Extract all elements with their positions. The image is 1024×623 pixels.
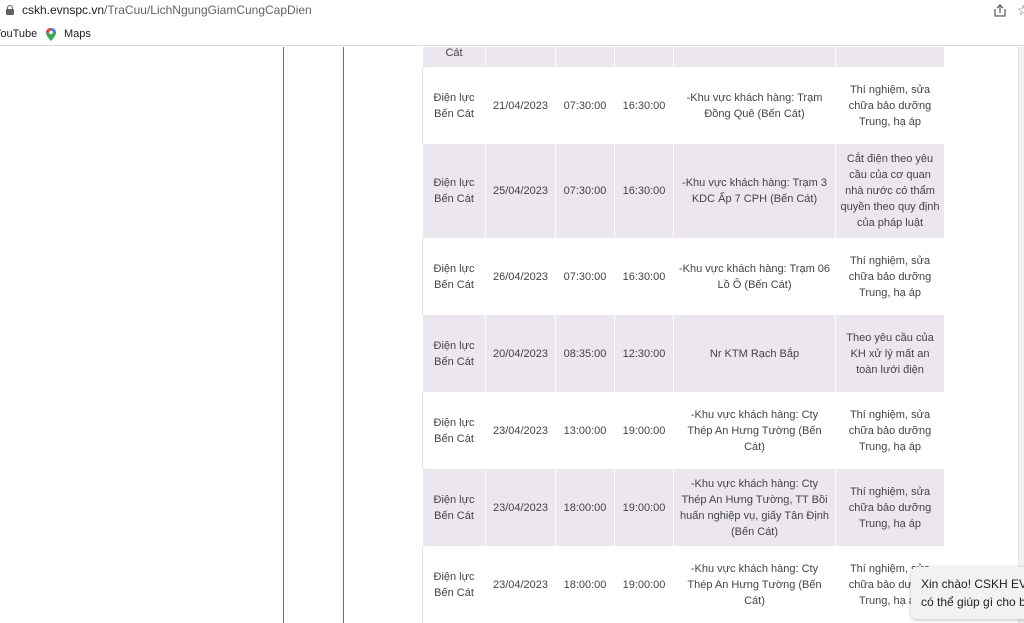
- start-time-cell: 07:30:00: [555, 238, 615, 315]
- area-cell: -Khu vực khách hàng: Trạm 06 Lồ Ô (Bến C…: [673, 238, 836, 315]
- date-cell: 21/04/2023: [485, 67, 556, 144]
- reason-cell: Thí nghiệm, sửa chữa bảo dưỡng Trung, hạ…: [835, 469, 945, 546]
- unit-cell: Điện lực Bến Cát: [422, 392, 486, 469]
- unit-cell: Điện lực Bến Cát: [422, 469, 486, 546]
- lock-icon[interactable]: [6, 5, 14, 15]
- maps-pin-icon[interactable]: [46, 28, 56, 41]
- area-cell: -Khu vực khách hàng: Cty Thép An Hưng Tư…: [673, 546, 836, 623]
- table-row: Điện lực Bến Cát 26/04/2023 07:30:00 16:…: [422, 238, 945, 315]
- chat-greeting-bubble[interactable]: Xin chào! CSKH EVN có thể giúp gì cho bạ…: [911, 567, 1024, 619]
- start-time-cell: 18:00:00: [555, 469, 615, 546]
- reason-cell: Thí nghiệm, sửa chữa bảo dưỡng Trung, hạ…: [835, 67, 945, 144]
- end-time-cell: 12:30:00: [614, 315, 674, 392]
- date-cell: 20/04/2023: [485, 315, 556, 392]
- table-row: Điện lực Bến Cát 20/04/2023 08:35:00 12:…: [422, 315, 945, 392]
- area-cell: Nr KTM Rạch Bắp: [673, 315, 836, 392]
- unit-cell: Cát: [422, 47, 486, 67]
- bookmarks-bar: YouTube Maps: [0, 24, 1024, 46]
- url-path: /TraCuu/LichNgungGiamCungCapDien: [104, 3, 312, 17]
- start-time-cell: 08:35:00: [555, 315, 615, 392]
- frame-line-left: [283, 47, 284, 623]
- start-time-cell: 07:30:00: [555, 144, 615, 238]
- bookmark-maps[interactable]: Maps: [64, 28, 91, 40]
- unit-cell: Điện lực Bến Cát: [422, 144, 486, 238]
- area-cell: -Khu vực khách hàng: Cty Thép An Hưng Tư…: [673, 392, 836, 469]
- table-row: Điện lực Bến Cát 23/04/2023 18:00:00 19:…: [422, 469, 945, 546]
- reason-cell: Thí nghiệm, sửa chữa bảo dưỡng Trung, hạ…: [835, 238, 945, 315]
- table-row: Điện lực Bến Cát 21/04/2023 07:30:00 16:…: [422, 67, 945, 144]
- unit-cell: Điện lực Bến Cát: [422, 315, 486, 392]
- page-content: Cát Điện lực Bến Cát 21/04/2023 07:30:00…: [0, 47, 1024, 623]
- end-time-cell: 19:00:00: [614, 469, 674, 546]
- unit-cell: Điện lực Bến Cát: [422, 546, 486, 623]
- share-icon[interactable]: [993, 4, 1007, 17]
- end-time-cell: 16:30:00: [614, 144, 674, 238]
- date-cell: 25/04/2023: [485, 144, 556, 238]
- reason-cell: Theo yêu cầu của KH xử lý mất an toàn lư…: [835, 315, 945, 392]
- start-time-cell: 07:30:00: [555, 67, 615, 144]
- area-cell: -Khu vực khách hàng: Trạm 3 KDC Ấp 7 CPH…: [673, 144, 836, 238]
- date-cell: 23/04/2023: [485, 392, 556, 469]
- page-scrollbar[interactable]: [1018, 47, 1024, 623]
- start-time-cell: 13:00:00: [555, 392, 615, 469]
- unit-cell: Điện lực Bến Cát: [422, 67, 486, 144]
- table-row: Điện lực Bến Cát 23/04/2023 18:00:00 19:…: [422, 546, 945, 623]
- table-row: Cát: [422, 47, 945, 67]
- frame-line-inner: [343, 47, 344, 623]
- end-time-cell: 19:00:00: [614, 392, 674, 469]
- bookmark-youtube[interactable]: YouTube: [0, 28, 37, 40]
- reason-cell: Thí nghiệm, sửa chữa bảo dưỡng Trung, hạ…: [835, 392, 945, 469]
- table-row: Điện lực Bến Cát 25/04/2023 07:30:00 16:…: [422, 144, 945, 238]
- reason-cell: Cắt điện theo yêu cầu của cơ quan nhà nư…: [835, 144, 945, 238]
- area-cell: -Khu vực khách hàng: Cty Thép An Hưng Tư…: [673, 469, 836, 546]
- date-cell: 26/04/2023: [485, 238, 556, 315]
- table-row: Điện lực Bến Cát 23/04/2023 13:00:00 19:…: [422, 392, 945, 469]
- unit-cell: Điện lực Bến Cát: [422, 238, 486, 315]
- bookmark-star-icon[interactable]: ☆: [1017, 2, 1024, 18]
- outage-schedule-table: Cát Điện lực Bến Cát 21/04/2023 07:30:00…: [422, 47, 945, 623]
- chat-greeting-line-1: Xin chào! CSKH EVN: [921, 577, 1024, 591]
- end-time-cell: 19:00:00: [614, 546, 674, 623]
- end-time-cell: 16:30:00: [614, 238, 674, 315]
- url-text[interactable]: cskh.evnspc.vn/TraCuu/LichNgungGiamCungC…: [22, 3, 312, 17]
- start-time-cell: 18:00:00: [555, 546, 615, 623]
- url-host: cskh.evnspc.vn: [22, 3, 105, 17]
- chat-greeting-line-2: có thể giúp gì cho bạn: [921, 595, 1024, 609]
- address-bar[interactable]: cskh.evnspc.vn/TraCuu/LichNgungGiamCungC…: [0, 0, 1024, 22]
- area-cell: -Khu vực khách hàng: Trạm Đồng Quê (Bến …: [673, 67, 836, 144]
- date-cell: 23/04/2023: [485, 546, 556, 623]
- end-time-cell: 16:30:00: [614, 67, 674, 144]
- date-cell: 23/04/2023: [485, 469, 556, 546]
